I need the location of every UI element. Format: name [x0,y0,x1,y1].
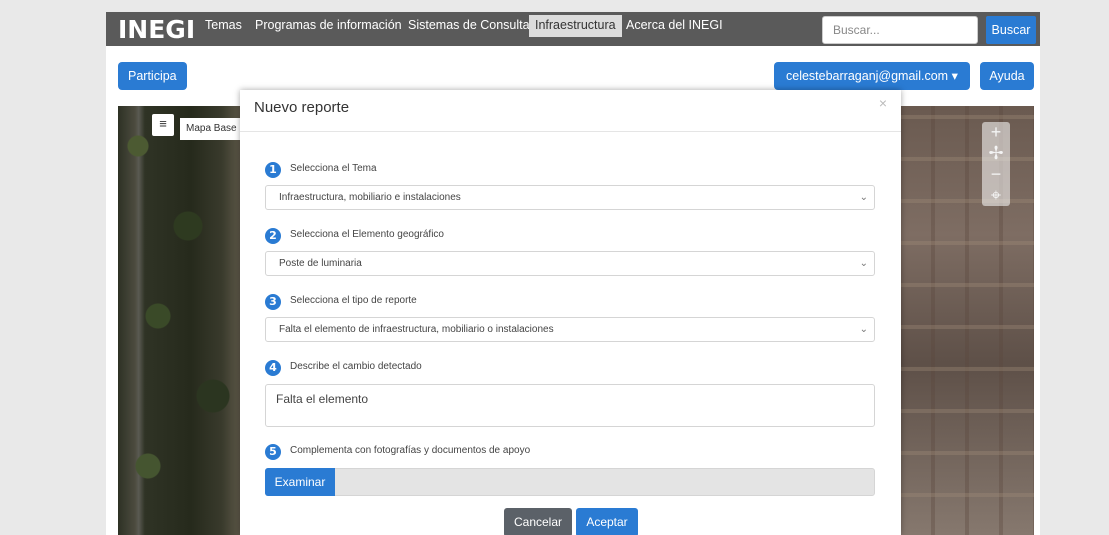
locate-icon[interactable]: ⌖ [982,185,1010,206]
participa-button[interactable]: Participa [118,62,187,90]
elemento-select[interactable]: Poste de luminaria ⌄ [265,251,875,276]
ayuda-button[interactable]: Ayuda [980,62,1034,90]
step-label: Complementa con fotografías y documentos… [290,445,531,456]
select-value: Poste de luminaria [279,258,362,269]
pan-icon[interactable]: ✢ [982,143,1010,164]
new-report-modal: Nuevo reporte × 1 Selecciona el Tema Inf… [240,90,901,535]
step-label: Selecciona el Tema [290,163,377,174]
modal-title: Nuevo reporte [254,99,350,116]
tema-select[interactable]: Infraestructura, mobiliario e instalacio… [265,185,875,210]
step-number-icon: 4 [265,360,281,376]
step-label: Selecciona el tipo de reporte [290,295,417,306]
accept-button[interactable]: Aceptar [576,508,638,535]
nav-programas[interactable]: Programas de información [249,15,408,37]
map-imagery-right [901,106,1034,535]
inegi-logo[interactable]: INEGI [118,15,195,44]
chevron-down-icon: ⌄ [859,324,868,335]
step-number-icon: 2 [265,228,281,244]
chevron-down-icon: ⌄ [859,192,868,203]
map-zoom-controls: + ✢ − ⌖ [982,122,1010,206]
description-textarea[interactable]: Falta el elemento [265,384,875,427]
browse-button[interactable]: Examinar [265,468,335,496]
select-value: Infraestructura, mobiliario e instalacio… [279,192,461,203]
step-number-icon: 1 [265,162,281,178]
zoom-out-icon[interactable]: − [982,164,1010,185]
step-number-icon: 5 [265,444,281,460]
cancel-button[interactable]: Cancelar [504,508,572,535]
nav-temas[interactable]: Temas [199,15,248,37]
search-input[interactable] [822,16,978,44]
file-upload-field[interactable]: Examinar [265,468,875,496]
step-label: Describe el cambio detectado [290,361,422,372]
caret-down-icon: ▾ [951,69,958,83]
step-number-icon: 3 [265,294,281,310]
step-label: Selecciona el Elemento geográfico [290,229,444,240]
map-imagery-left [118,106,240,535]
nav-acerca[interactable]: Acerca del INEGI [620,15,729,37]
close-icon[interactable]: × [879,95,887,111]
search-button[interactable]: Buscar [986,16,1036,44]
zoom-in-icon[interactable]: + [982,122,1010,143]
layers-menu-icon[interactable]: ≡ [152,114,174,136]
top-navbar: INEGI Temas Programas de información Sis… [106,12,1040,46]
modal-divider [240,131,901,132]
chevron-down-icon: ⌄ [859,258,868,269]
user-email: celestebarraganj@gmail.com [786,69,949,83]
user-menu-button[interactable]: celestebarraganj@gmail.com ▾ [774,62,970,90]
tipo-reporte-select[interactable]: Falta el elemento de infraestructura, mo… [265,317,875,342]
select-value: Falta el elemento de infraestructura, mo… [279,324,554,335]
nav-sistemas[interactable]: Sistemas de Consulta [402,15,536,37]
base-map-button[interactable]: Mapa Base [180,118,242,140]
nav-infraestructura[interactable]: Infraestructura [529,15,622,37]
